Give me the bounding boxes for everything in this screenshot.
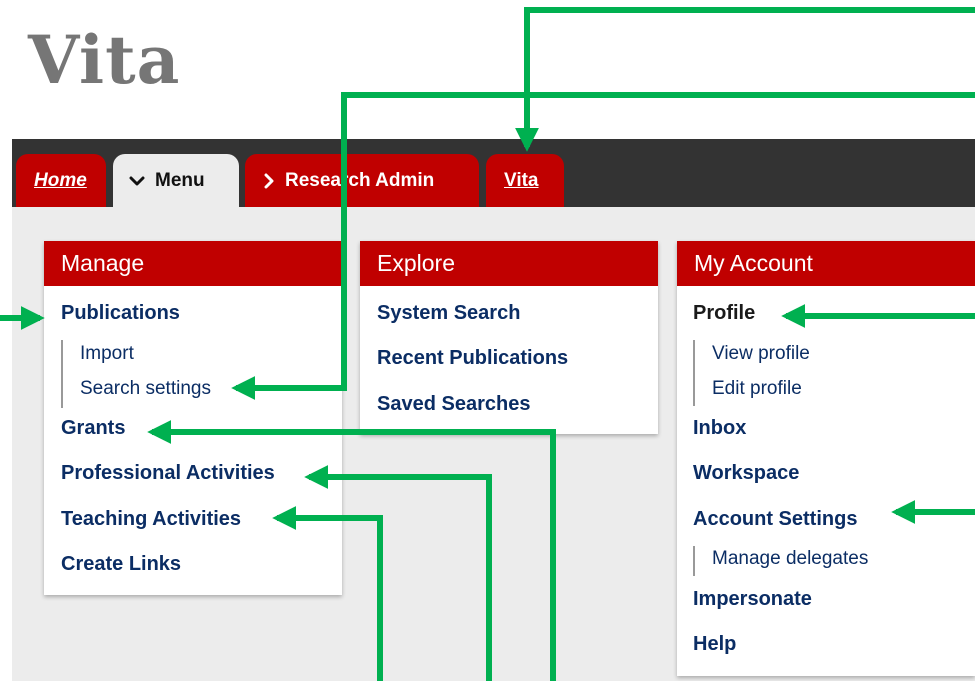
- chevron-down-icon: [129, 176, 145, 185]
- tab-menu-label: Menu: [155, 169, 205, 191]
- tab-research-admin-label: Research Admin: [285, 169, 435, 191]
- tab-vita[interactable]: Vita: [486, 154, 564, 207]
- publications-submenu-bar: [61, 340, 63, 408]
- menu-item-inbox[interactable]: Inbox: [693, 416, 746, 440]
- menu-item-saved-searches[interactable]: Saved Searches: [377, 392, 530, 416]
- account-settings-submenu-bar: [693, 546, 695, 576]
- menu-item-edit-profile[interactable]: Edit profile: [712, 377, 802, 401]
- menu-item-recent-publications[interactable]: Recent Publications: [377, 346, 568, 370]
- tab-vita-label: Vita: [504, 169, 539, 191]
- explore-panel: Explore System Search Recent Publication…: [360, 241, 658, 434]
- menu-item-workspace[interactable]: Workspace: [693, 461, 799, 485]
- menu-item-impersonate[interactable]: Impersonate: [693, 587, 812, 611]
- tab-menu[interactable]: Menu: [113, 154, 239, 207]
- menu-item-account-settings[interactable]: Account Settings: [693, 507, 857, 531]
- chevron-right-icon: [264, 173, 274, 188]
- manage-panel-title: Manage: [44, 241, 342, 286]
- menu-item-search-settings[interactable]: Search settings: [80, 377, 211, 401]
- menu-item-view-profile[interactable]: View profile: [712, 342, 810, 366]
- menu-item-publications[interactable]: Publications: [61, 301, 180, 325]
- menu-item-manage-delegates[interactable]: Manage delegates: [712, 547, 868, 571]
- menu-item-create-links[interactable]: Create Links: [61, 552, 181, 576]
- manage-panel: Manage Publications Import Search settin…: [44, 241, 342, 595]
- menu-item-grants[interactable]: Grants: [61, 416, 125, 440]
- menu-item-professional-activities[interactable]: Professional Activities: [61, 461, 275, 485]
- tab-research-admin[interactable]: Research Admin: [245, 154, 479, 207]
- explore-panel-title: Explore: [360, 241, 658, 286]
- my-account-panel: My Account Profile View profile Edit pro…: [677, 241, 975, 676]
- profile-submenu-bar: [693, 340, 695, 406]
- app-title: Vita: [28, 21, 181, 99]
- menu-item-help[interactable]: Help: [693, 632, 736, 656]
- menu-item-import[interactable]: Import: [80, 342, 134, 366]
- menu-item-profile[interactable]: Profile: [693, 301, 755, 325]
- menu-item-system-search[interactable]: System Search: [377, 301, 520, 325]
- menu-item-teaching-activities[interactable]: Teaching Activities: [61, 507, 241, 531]
- arrow-to-vita-tab: [515, 7, 975, 152]
- tab-home[interactable]: Home: [16, 154, 106, 207]
- my-account-panel-title: My Account: [677, 241, 975, 286]
- tab-home-label: Home: [34, 169, 87, 191]
